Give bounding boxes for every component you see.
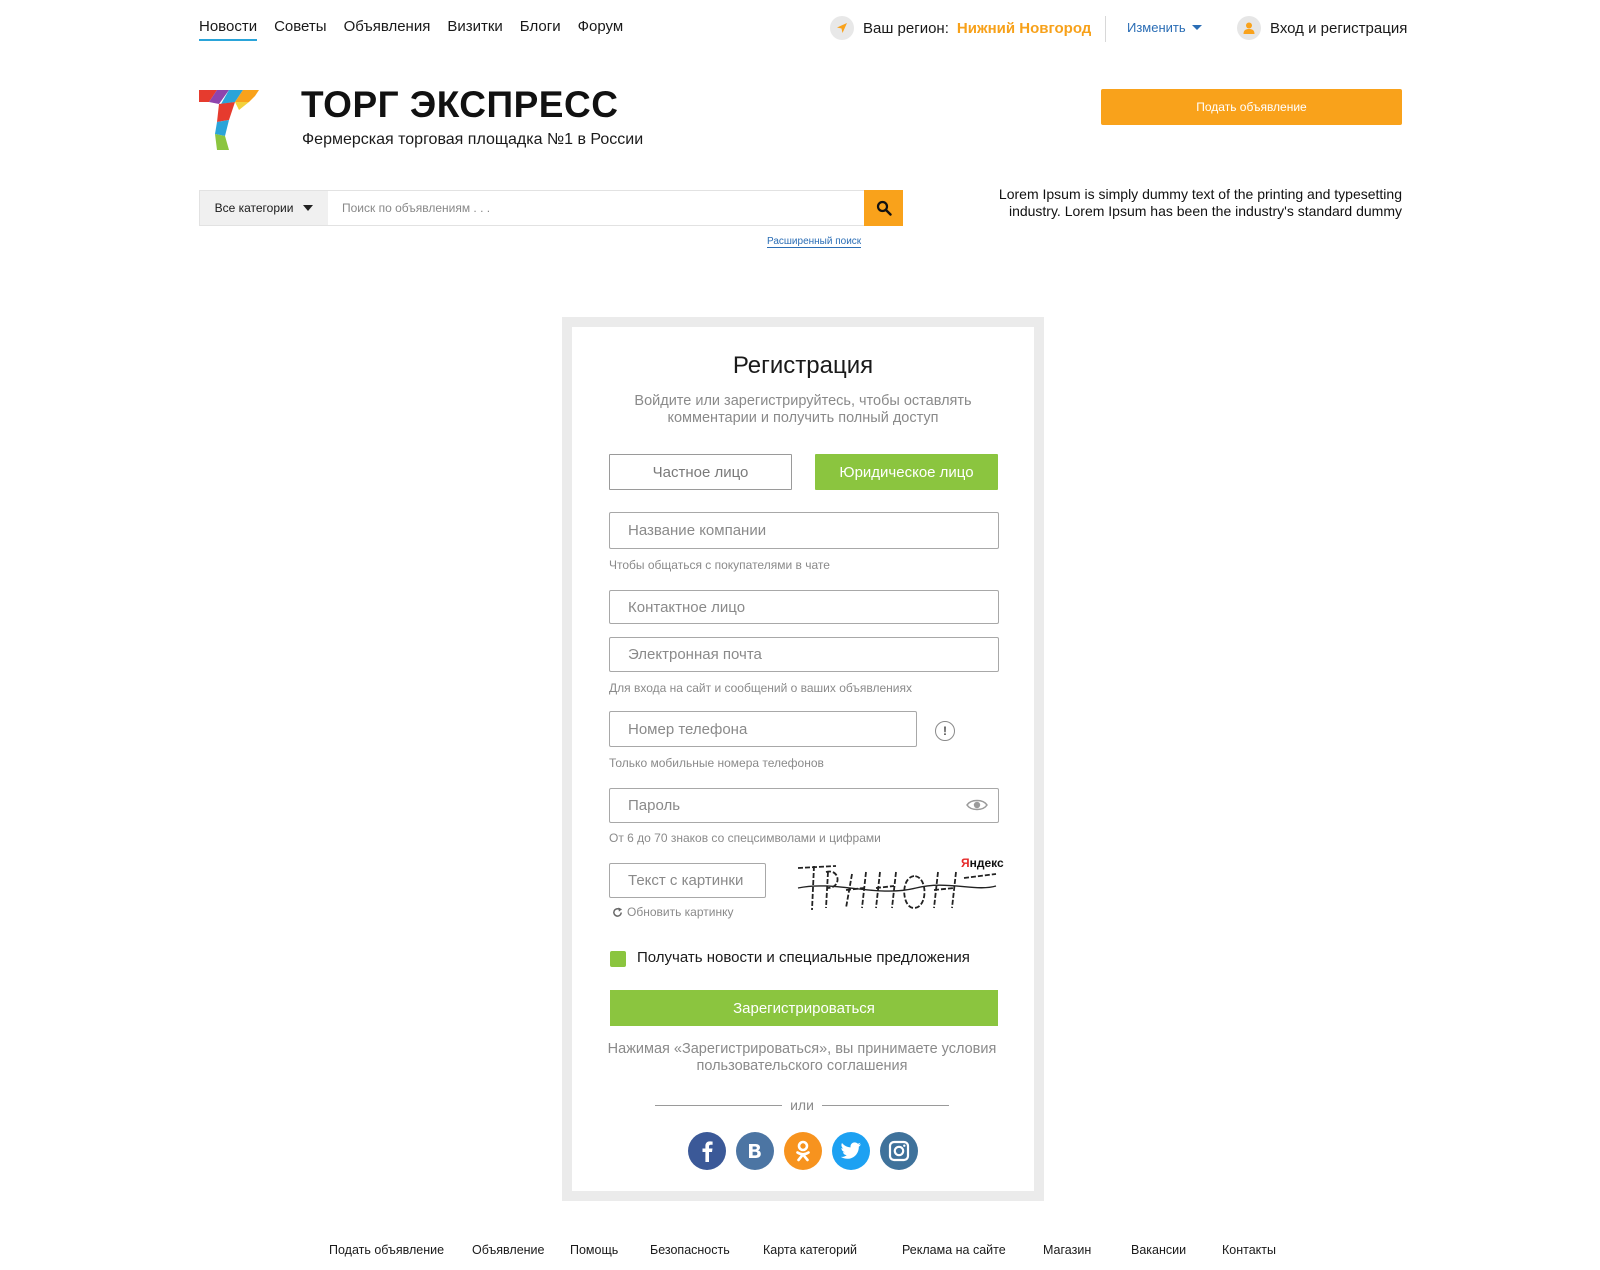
user-avatar-icon xyxy=(1237,16,1261,40)
promo-text: Lorem Ipsum is simply dummy text of the … xyxy=(998,186,1402,219)
vk-button[interactable] xyxy=(736,1132,774,1170)
yandex-logo-first-letter: Я xyxy=(961,856,970,870)
email-hint: Для входа на сайт и сообщений о ваших об… xyxy=(609,681,912,695)
company-hint: Чтобы общаться с покупателями в чате xyxy=(609,558,830,572)
brand-name: ТОРГ ЭКСПРЕСС xyxy=(301,84,619,125)
footer-link-contacts[interactable]: Контакты xyxy=(1222,1243,1276,1257)
search-bar: Все категории xyxy=(199,190,903,226)
post-ad-button[interactable]: Подать объявление xyxy=(1101,89,1402,125)
chevron-down-icon xyxy=(303,205,314,211)
instagram-icon xyxy=(888,1140,910,1162)
facebook-button[interactable] xyxy=(688,1132,726,1170)
search-button[interactable] xyxy=(864,190,903,226)
captcha-field[interactable] xyxy=(609,863,766,898)
terms-text: Нажимая «Зарегистрироваться», вы принима… xyxy=(607,1041,997,1074)
change-region-label: Изменить xyxy=(1127,20,1186,35)
facebook-icon xyxy=(702,1141,713,1162)
refresh-captcha-link[interactable]: Обновить картинку xyxy=(612,905,733,919)
refresh-captcha-label: Обновить картинку xyxy=(627,905,734,919)
main-nav: Новости Советы Объявления Визитки Блоги … xyxy=(199,18,640,41)
region-city[interactable]: Нижний Новгород xyxy=(957,20,1091,37)
divider xyxy=(1105,16,1106,42)
nav-news[interactable]: Новости xyxy=(199,18,258,41)
site-logo[interactable] xyxy=(199,90,259,150)
odnoklassniki-button[interactable] xyxy=(784,1132,822,1170)
twitter-icon xyxy=(840,1142,861,1159)
chevron-down-icon xyxy=(1191,25,1202,30)
footer-link-help[interactable]: Помощь xyxy=(570,1243,618,1257)
info-icon[interactable]: ! xyxy=(935,721,955,741)
yandex-logo-rest: ндекс xyxy=(969,856,1004,870)
divider-left xyxy=(655,1105,782,1106)
footer-link-vacancies[interactable]: Вакансии xyxy=(1131,1243,1186,1257)
contact-person-field[interactable] xyxy=(609,590,999,624)
login-label: Вход и регистрация xyxy=(1270,19,1408,37)
tab-legal-entity[interactable]: Юридическое лицо xyxy=(815,454,998,490)
password-field[interactable] xyxy=(609,788,999,823)
category-dropdown[interactable]: Все категории xyxy=(200,191,328,225)
password-hint: От 6 до 70 знаков со спецсимволами и циф… xyxy=(609,831,881,845)
instagram-button[interactable] xyxy=(880,1132,918,1170)
nav-cards[interactable]: Визитки xyxy=(447,18,502,41)
nav-forum[interactable]: Форум xyxy=(578,18,624,41)
footer-link-advertising[interactable]: Реклама на сайте xyxy=(902,1243,1006,1257)
change-region-button[interactable]: Изменить xyxy=(1127,20,1202,35)
form-subtitle: Войдите или зарегистрируйтесь, чтобы ост… xyxy=(634,393,972,426)
region-label: Ваш регион: xyxy=(863,19,949,37)
newsletter-checkbox[interactable] xyxy=(610,951,626,967)
tab-private-person[interactable]: Частное лицо xyxy=(609,454,792,490)
category-label: Все категории xyxy=(214,201,294,215)
nav-ads[interactable]: Объявления xyxy=(344,18,431,41)
twitter-button[interactable] xyxy=(832,1132,870,1170)
odnoklassniki-icon xyxy=(796,1140,810,1162)
phone-hint: Только мобильные номера телефонов xyxy=(609,756,824,770)
footer-link-post-ad[interactable]: Подать объявление xyxy=(329,1243,444,1257)
brand-tagline: Фермерская торговая площадка №1 в России xyxy=(302,131,644,148)
newsletter-label: Получать новости и специальные предложен… xyxy=(637,949,970,966)
show-password-eye-icon[interactable] xyxy=(966,798,988,817)
location-arrow-icon xyxy=(830,16,854,40)
vk-icon xyxy=(749,1144,761,1158)
footer-nav: Подать объявление Объявление Помощь Безо… xyxy=(0,1243,1600,1263)
region-selector: Ваш регион: Нижний Новгород xyxy=(830,16,1091,40)
search-icon xyxy=(876,200,892,216)
nav-tips[interactable]: Советы xyxy=(274,18,326,41)
footer-link-category-map[interactable]: Карта категорий xyxy=(763,1243,857,1257)
company-name-field[interactable] xyxy=(609,512,999,549)
footer-link-ad[interactable]: Объявление xyxy=(472,1243,545,1257)
email-field[interactable] xyxy=(609,637,999,672)
yandex-logo: Яндекс xyxy=(961,856,1004,870)
footer-link-shop[interactable]: Магазин xyxy=(1043,1243,1091,1257)
advanced-search-link[interactable]: Расширенный поиск xyxy=(767,236,862,248)
phone-field[interactable] xyxy=(609,711,917,747)
refresh-icon xyxy=(613,906,623,917)
footer-link-security[interactable]: Безопасность xyxy=(650,1243,730,1257)
register-button[interactable]: Зарегистрироваться xyxy=(610,990,998,1026)
search-input[interactable] xyxy=(328,191,864,225)
nav-blogs[interactable]: Блоги xyxy=(520,18,561,41)
divider-right xyxy=(822,1105,949,1106)
login-register-link[interactable]: Вход и регистрация xyxy=(1237,16,1407,40)
form-title: Регистрация xyxy=(732,352,874,379)
